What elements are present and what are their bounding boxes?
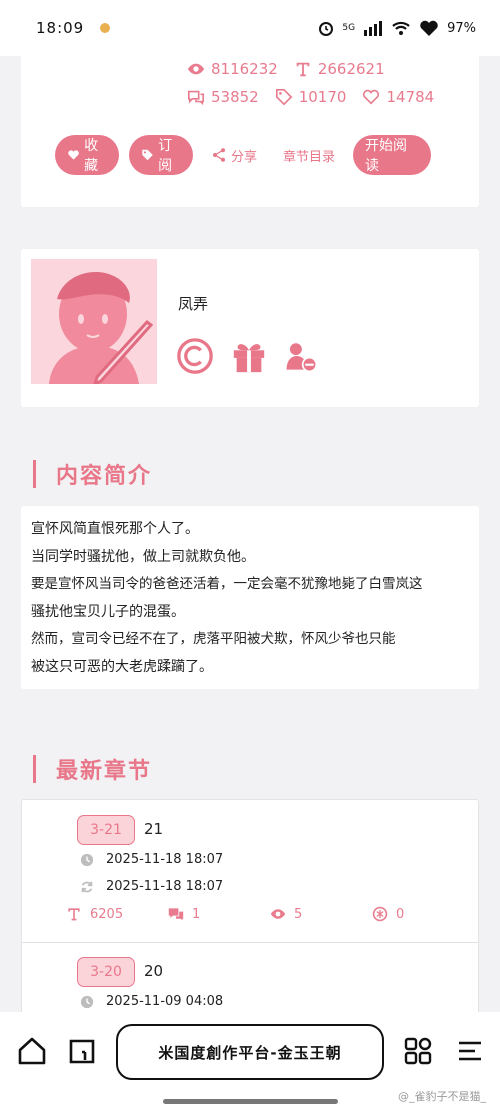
chapter-number: 21 [144,820,164,838]
chapter-item[interactable]: 3-21 21 2025-11-18 18:07 2025-11-18 18:0… [22,800,478,942]
avatar-illustration [31,259,157,384]
subscribe-button[interactable]: 订阅 [129,135,193,175]
author-avatar[interactable] [31,259,157,384]
status-bar: 18:09 5G 97% [0,0,500,56]
share-icon [213,148,225,162]
comments-icon [168,908,184,921]
clock-icon [80,853,94,866]
fan-icon [286,343,318,373]
chapter-created: 2025-11-09 04:08 [80,994,223,1009]
home-indicator[interactable] [163,1099,338,1104]
clock-icon [80,995,94,1008]
refresh-icon [81,881,93,892]
copyright-icon [177,338,213,374]
notification-dot-icon [100,23,111,33]
signal-icon [364,21,383,36]
chapter-created: 2025-11-18 18:07 [80,852,223,867]
chapter-updated: 2025-11-18 18:07 [80,879,223,894]
chapter-views: 5 [270,906,372,922]
share-button[interactable]: 分享 [203,135,265,175]
tag-solid-icon [142,149,153,161]
alarm-icon [319,22,334,36]
comments-stat: 53852 [187,88,259,106]
menu-icon[interactable] [455,1036,485,1066]
watermark: @_雀豹子不是猫_ [398,1090,486,1103]
intro-line: 然而，宣司令已经不在了，虎落平阳被犬欺，怀风少爷也只能 [31,631,396,647]
browser-bottom-bar: 米国度創作平台-金玉王朝 @_雀豹子不是猫_ [0,1012,500,1111]
intro-line: 当同学时骚扰他，做上司就欺负他。 [31,548,255,565]
eye-icon [270,909,286,919]
stats-row-1: 8116232 2662621 [187,60,385,78]
battery-level: 97% [447,20,476,36]
intro-section-title: 内容简介 [33,458,152,490]
wifi-icon [392,21,410,35]
status-time: 18:09 [36,19,85,37]
text-icon [296,62,310,77]
eye-icon [187,63,205,75]
gift-icon [233,344,265,373]
coin-icon [372,906,388,922]
intro-line: 被这只可恶的大老虎蹂躏了。 [31,658,213,675]
comments-icon [187,90,205,106]
chapter-stats: 6205 1 5 0 [66,906,474,922]
intro-line: 宣怀风简直恨死那个人了。 [31,521,199,537]
views-stat: 8116232 [187,60,278,78]
toc-button[interactable]: 章节目录 [275,135,343,175]
chapter-number: 20 [144,962,164,980]
heart-outline-icon [363,89,380,105]
chapter-tag: 3-20 [77,957,135,987]
words-stat: 2662621 [294,60,385,78]
book-stats-card: 8116232 2662621 53852 10170 14784 收藏 订阅 [21,56,479,207]
action-buttons: 收藏 订阅 分享 章节目录 开始阅读 [55,135,432,175]
author-name[interactable]: 凤弄 [178,293,208,314]
favorite-button[interactable]: 收藏 [55,135,119,175]
tags-stat: 10170 [275,88,346,106]
intro-card: 宣怀风简直恨死那个人了。 当同学时骚扰他，做上司就欺负他。 要是宣怀风当司令的爸… [21,506,479,689]
chapter-comments: 1 [168,906,270,922]
text-icon [68,908,80,921]
chapter-coins: 0 [372,906,474,922]
section-accent-bar [33,755,36,783]
apps-grid-icon[interactable] [403,1036,433,1066]
chapter-tag: 3-21 [77,815,135,845]
section-accent-bar [33,460,36,488]
likes-stat: 14784 [362,88,434,106]
start-reading-button[interactable]: 开始阅读 [353,135,432,175]
tabs-icon[interactable] [67,1036,97,1066]
home-icon[interactable] [17,1036,47,1066]
author-card: 凤弄 [21,249,479,407]
address-bar[interactable]: 米国度創作平台-金玉王朝 [116,1024,384,1080]
intro-line: 骚扰他宝贝儿子的混蛋。 [31,603,185,620]
tag-icon [275,88,293,106]
network-type: 5G [342,23,356,33]
author-badges [176,337,318,375]
intro-line: 要是宣怀风当司令的爸爸还活着，一定会毫不犹豫地毙了白雪岚这 [31,576,423,592]
stats-row-2: 53852 10170 14784 [187,88,434,106]
chapter-words: 6205 [66,906,168,922]
latest-section-title: 最新章节 [33,753,152,785]
heart-status-icon [420,20,438,36]
heart-icon [68,150,79,160]
